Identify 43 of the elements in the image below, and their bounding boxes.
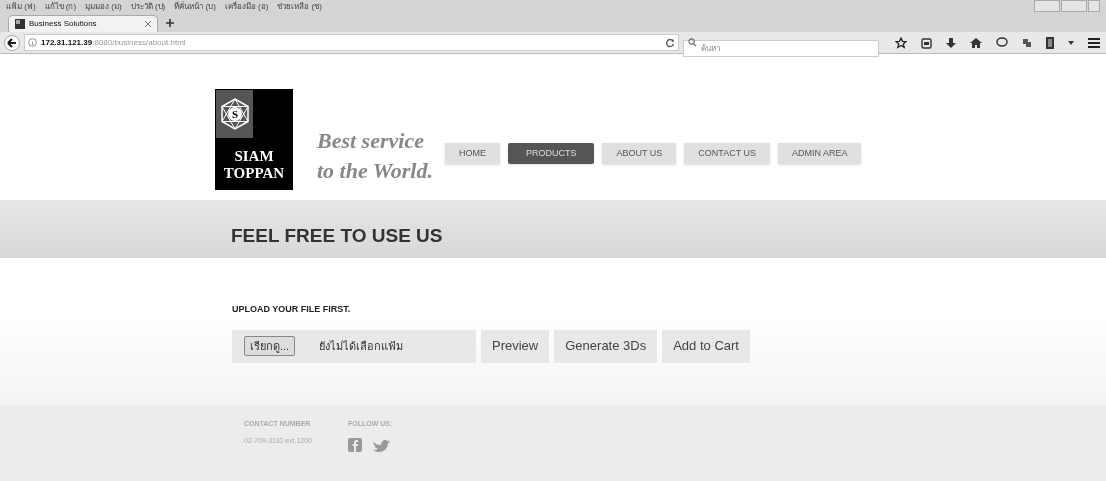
menu-item[interactable]: แก้ไข (ก) <box>44 0 77 13</box>
browse-button[interactable]: เรียกดู... <box>244 335 296 357</box>
download-icon[interactable] <box>946 36 956 49</box>
search-field[interactable]: ค้นหา <box>683 40 879 57</box>
file-input[interactable]: เรียกดู... ยังไม่ได้เลือกแฟ้ม <box>232 329 476 363</box>
upload-label: UPLOAD YOUR FILE FIRST. <box>232 303 352 316</box>
menu-item[interactable]: ประวัติ (ป) <box>130 0 166 13</box>
home-icon[interactable] <box>970 36 982 49</box>
nav-tab[interactable]: ADMIN AREA <box>777 143 862 164</box>
menu-item[interactable]: แฟ้ม (ฟ) <box>6 0 36 13</box>
toolbar-icon[interactable] <box>1046 36 1054 49</box>
tagline-text: to the World. <box>317 157 433 185</box>
new-tab-icon[interactable] <box>166 19 174 27</box>
nav-tab[interactable]: ABOUT US <box>602 143 677 164</box>
hexagon-s-icon: S <box>218 98 251 130</box>
action-button[interactable]: Generate 3Ds <box>554 329 658 363</box>
site-icon <box>15 19 25 29</box>
menu-item[interactable]: เครื่องมือ (อ) <box>224 0 269 13</box>
address-field[interactable]: 172.31.121.39:8080/business/about.html <box>24 34 679 51</box>
reload-icon[interactable] <box>665 37 675 48</box>
url-text: 172.31.121.39:8080/business/about.html <box>41 36 186 49</box>
tagline-text: Best service <box>317 127 425 155</box>
menu-item[interactable]: ที่คั่นหน้า (บ) <box>174 0 216 13</box>
nav-tab[interactable]: HOME <box>444 143 500 164</box>
caret-icon[interactable] <box>1068 40 1074 45</box>
browser-tab[interactable]: Business Solutions <box>8 15 158 32</box>
clipboard-icon[interactable] <box>921 36 932 49</box>
back-icon[interactable] <box>4 34 20 51</box>
menu-icon[interactable] <box>1088 37 1100 48</box>
nav-tab[interactable]: CONTACT US <box>684 143 770 164</box>
banner-heading: FEEL FREE TO USE US <box>231 223 443 248</box>
star-icon[interactable] <box>895 36 907 49</box>
search-icon <box>688 38 697 47</box>
close-icon[interactable] <box>145 21 151 27</box>
logo[interactable]: S SIAM TOPPAN <box>215 89 293 190</box>
action-button[interactable]: Add to Cart <box>662 329 750 363</box>
action-button[interactable]: Preview <box>481 329 550 363</box>
chat-icon[interactable] <box>996 37 1008 48</box>
info-icon <box>28 38 37 47</box>
file-status-text: ยังไม่ได้เลือกแฟ้ม <box>319 338 404 354</box>
nav-tab[interactable]: PRODUCTS <box>507 143 595 164</box>
menu-item[interactable]: ช่วยเหลือ (ช) <box>277 0 322 13</box>
menu-item[interactable]: มุมมอง (ม) <box>85 0 122 13</box>
